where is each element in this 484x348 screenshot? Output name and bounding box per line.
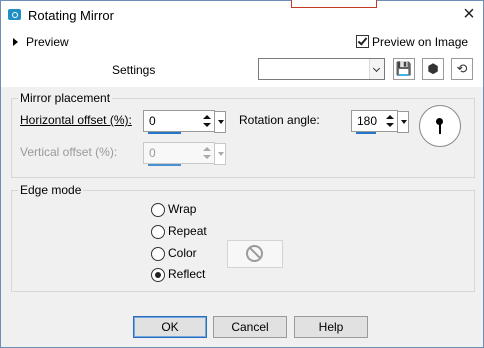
title-bar: Rotating Mirror × bbox=[1, 0, 483, 29]
dial-needle-icon bbox=[439, 119, 441, 134]
spin-up-icon[interactable] bbox=[203, 115, 211, 119]
mirror-placement-title: Mirror placement bbox=[18, 91, 113, 105]
radio-reflect[interactable] bbox=[151, 268, 165, 282]
vertical-offset-underline bbox=[148, 164, 181, 166]
cancel-button[interactable]: Cancel bbox=[213, 316, 287, 338]
vertical-offset-value: 0 bbox=[149, 146, 156, 160]
horizontal-offset-dropdown-icon[interactable] bbox=[214, 111, 226, 133]
horizontal-offset-label: Horizontal offset (%): bbox=[20, 113, 132, 127]
rotation-angle-label: Rotation angle: bbox=[239, 113, 320, 127]
settings-label: Settings bbox=[112, 63, 156, 77]
vertical-offset-dropdown-icon bbox=[214, 143, 226, 165]
help-button[interactable]: Help bbox=[294, 316, 368, 338]
window-title: Rotating Mirror bbox=[28, 8, 114, 23]
radio-reflect-label[interactable]: Reflect bbox=[168, 267, 205, 281]
settings-dropdown[interactable] bbox=[258, 58, 385, 80]
mirror-placement-group: Mirror placement Horizontal offset (%): … bbox=[11, 91, 475, 178]
reset-icon[interactable]: ⟲ bbox=[451, 58, 473, 80]
preview-on-image-label[interactable]: Preview on Image bbox=[372, 35, 468, 49]
dialog-window: Rotating Mirror × Preview Preview on Ima… bbox=[0, 0, 484, 348]
rotation-angle-label-text: Rotation angle: bbox=[239, 113, 320, 127]
rotation-angle-value[interactable]: 180 bbox=[357, 114, 377, 128]
preview-on-image-checkbox[interactable] bbox=[356, 35, 369, 48]
rotation-angle-underline bbox=[356, 132, 376, 134]
title-accent-frame bbox=[291, 0, 377, 8]
spin-up-icon bbox=[203, 147, 211, 151]
chevron-down-icon[interactable] bbox=[369, 59, 384, 79]
vertical-offset-input: 0 bbox=[143, 142, 226, 166]
vertical-offset-label: Vertical offset (%): bbox=[20, 145, 117, 159]
no-symbol-icon bbox=[246, 245, 263, 262]
cube-icon[interactable]: ⬢ bbox=[422, 58, 444, 80]
rotation-angle-dropdown-icon[interactable] bbox=[397, 111, 409, 133]
horizontal-offset-value[interactable]: 0 bbox=[149, 114, 156, 128]
spin-down-icon[interactable] bbox=[203, 123, 211, 127]
close-icon[interactable]: × bbox=[459, 4, 479, 25]
horizontal-offset-spinner[interactable] bbox=[201, 112, 213, 130]
edge-color-swatch bbox=[227, 240, 283, 268]
ok-button[interactable]: OK bbox=[133, 316, 207, 338]
edge-mode-title: Edge mode bbox=[18, 183, 84, 197]
rotation-dial[interactable] bbox=[419, 105, 461, 147]
spin-down-icon bbox=[203, 155, 211, 159]
preview-expand-icon[interactable] bbox=[13, 38, 18, 46]
radio-wrap[interactable] bbox=[151, 203, 165, 217]
radio-wrap-label[interactable]: Wrap bbox=[168, 202, 196, 216]
rotation-angle-spinner[interactable] bbox=[384, 112, 396, 130]
camera-icon bbox=[8, 9, 21, 20]
horizontal-offset-label-text: Horizontal offset (%): bbox=[20, 113, 132, 127]
radio-repeat[interactable] bbox=[151, 225, 165, 239]
radio-color-label[interactable]: Color bbox=[168, 246, 197, 260]
preview-label[interactable]: Preview bbox=[26, 35, 69, 49]
spin-up-icon[interactable] bbox=[386, 115, 394, 119]
rotation-angle-input[interactable]: 180 bbox=[351, 110, 409, 134]
vertical-offset-spinner bbox=[201, 144, 213, 162]
radio-color[interactable] bbox=[151, 247, 165, 261]
horizontal-offset-underline bbox=[148, 132, 181, 134]
save-icon[interactable]: 💾 bbox=[393, 58, 415, 80]
radio-repeat-label[interactable]: Repeat bbox=[168, 224, 207, 238]
vertical-offset-label-text: Vertical offset (%): bbox=[20, 145, 118, 159]
spin-down-icon[interactable] bbox=[386, 123, 394, 127]
horizontal-offset-input[interactable]: 0 bbox=[143, 110, 226, 134]
